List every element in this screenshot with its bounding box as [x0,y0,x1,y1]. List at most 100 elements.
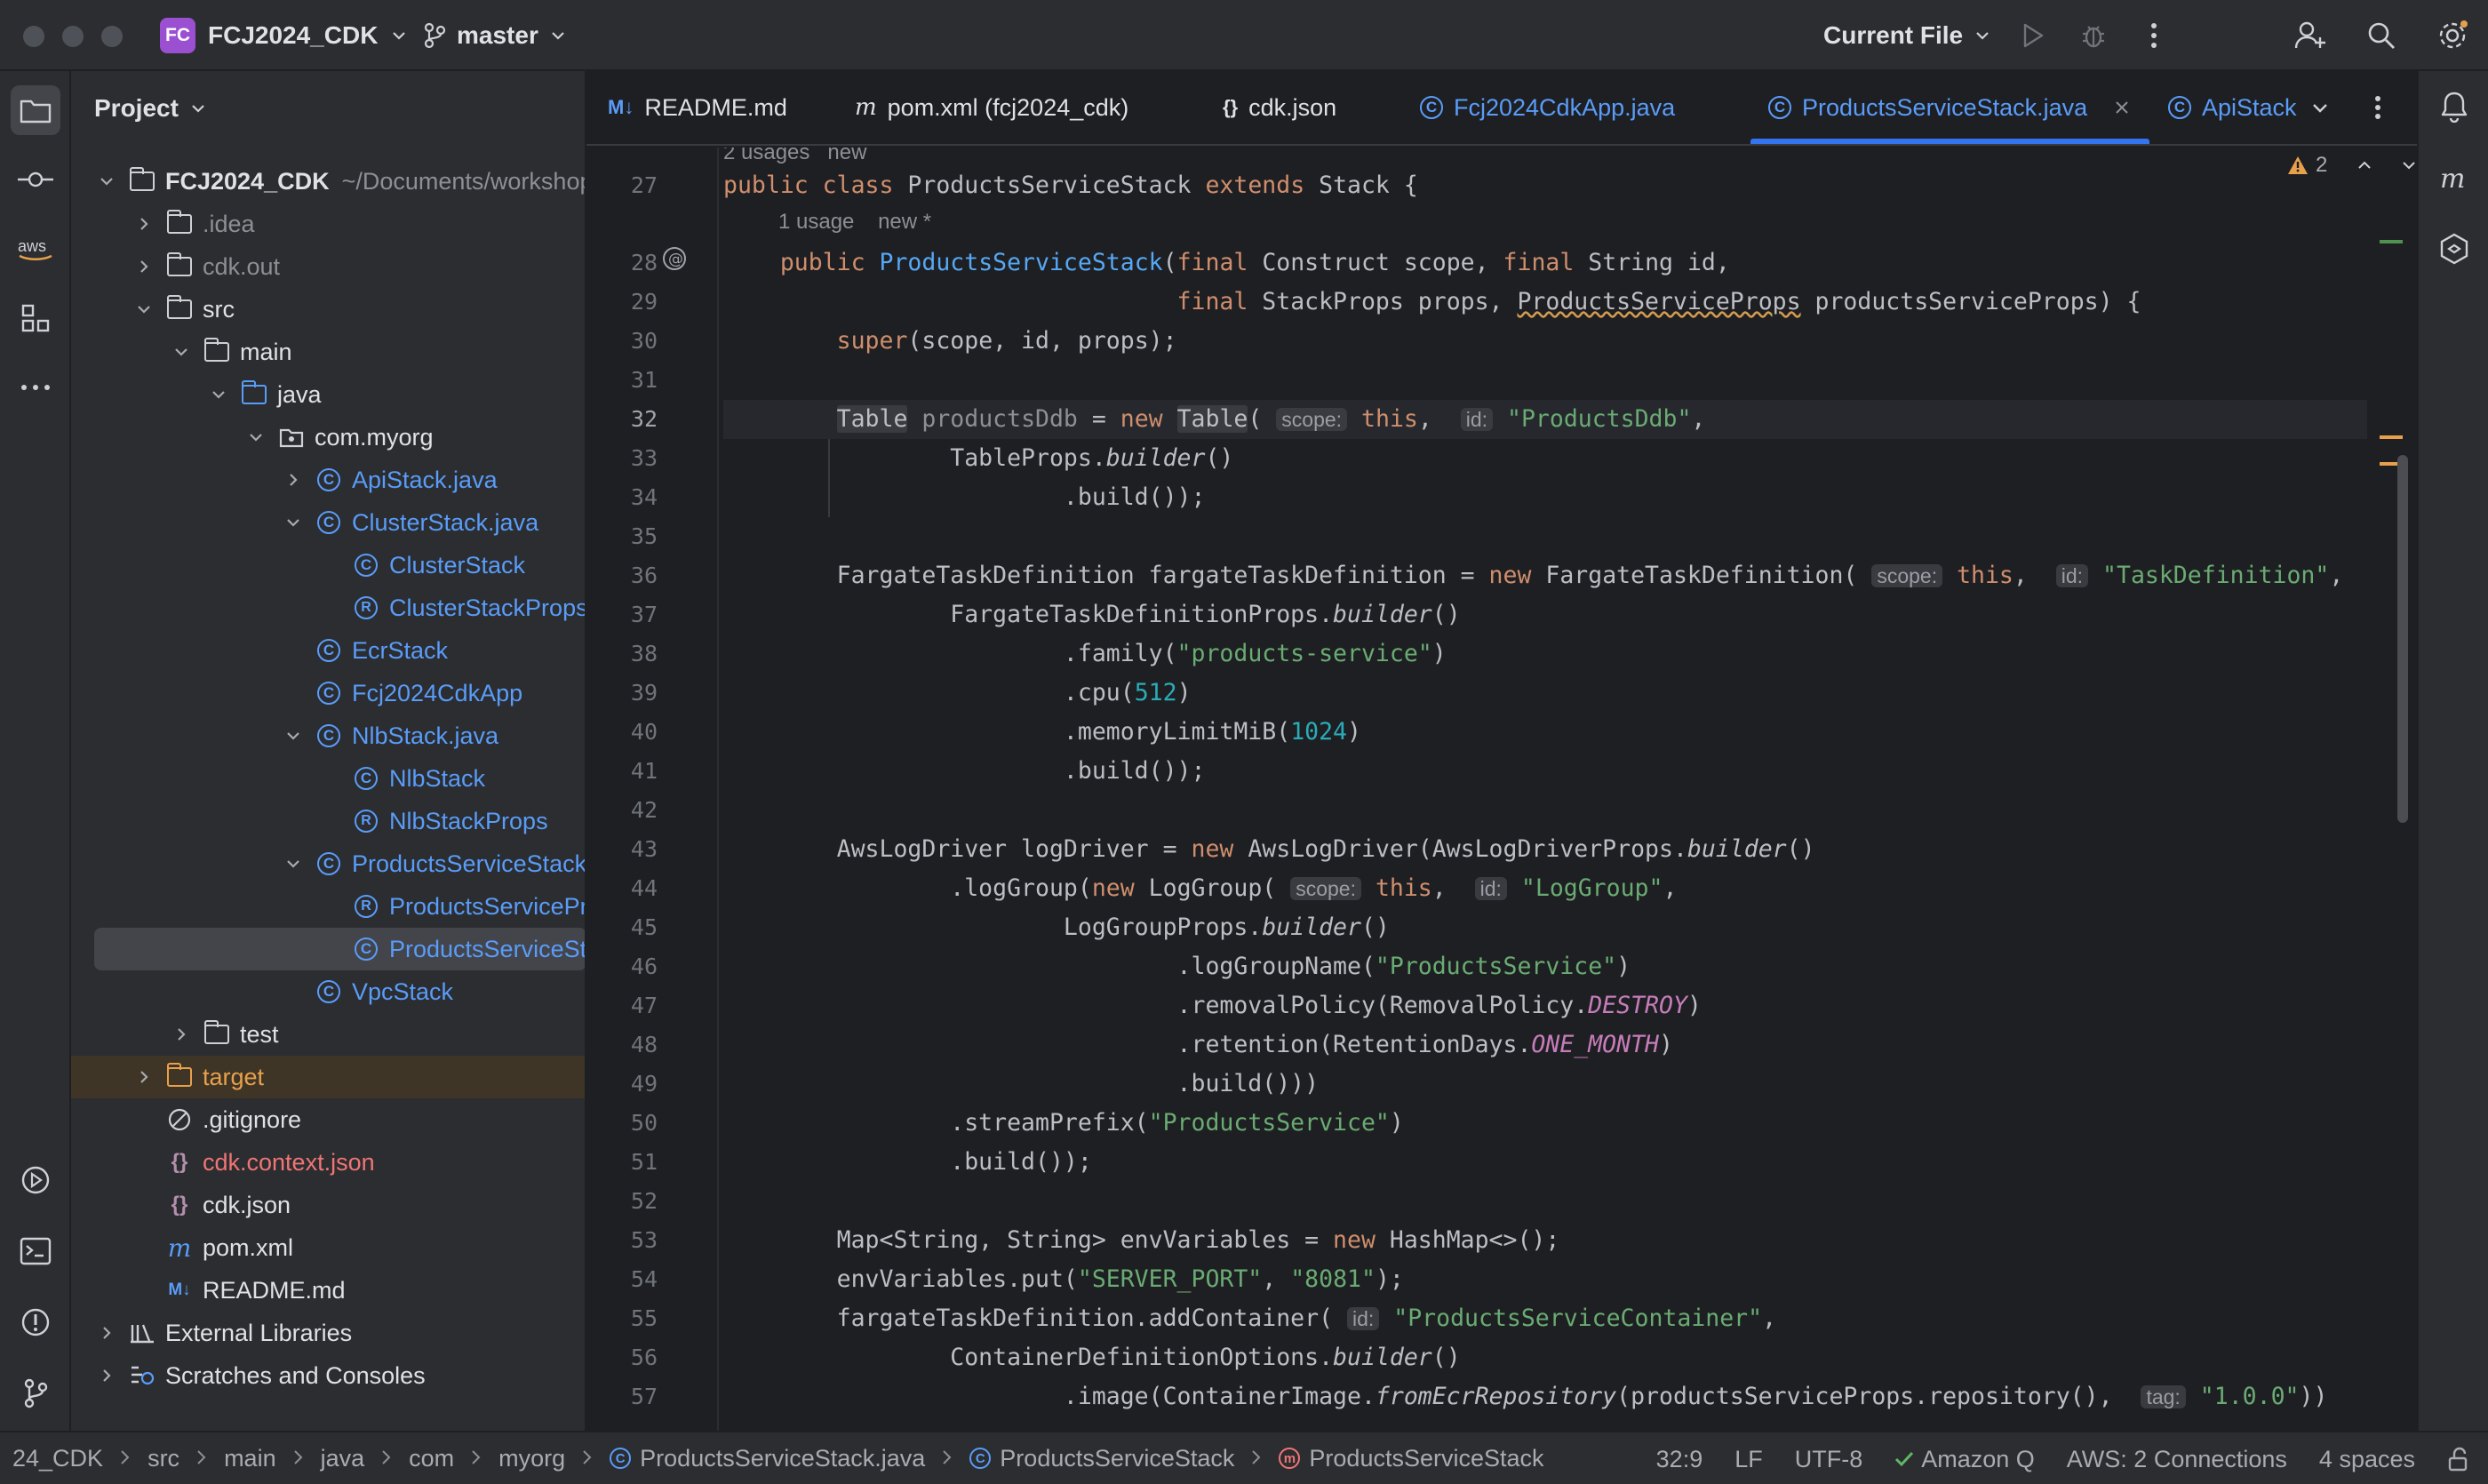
line-number[interactable]: 55 [586,1299,658,1338]
line-number[interactable]: 46 [586,947,658,986]
code-editor[interactable]: 27 28 29 30 31 32 33 34 35 36 37 38 39 40 41 42 43 44 45 46… [586,148,2417,1431]
chevron-right-icon[interactable] [132,254,156,279]
maven-tool-button[interactable]: m [2429,153,2479,203]
breadcrumb-item[interactable]: m ProductsServiceStack [1279,1445,1544,1472]
run-button[interactable] [2015,18,2051,53]
aws-toolkit-button[interactable]: aws [11,224,60,274]
tree-item[interactable]: {} cdk.context.json [71,1141,585,1184]
amazon-q-tool-button[interactable] [2429,224,2479,274]
project-tool-button[interactable] [11,85,60,135]
breadcrumb-item[interactable]: com [409,1445,454,1472]
code-line[interactable]: .removalPolicy(RemovalPolicy.DESTROY) [723,986,1702,1025]
code-line[interactable]: .build()); [723,1143,1092,1182]
indent-setting[interactable]: 4 spaces [2319,1446,2415,1473]
code-line[interactable]: .cpu(512) [723,674,1192,713]
chevron-down-icon[interactable] [281,851,306,876]
tree-item[interactable]: src [71,288,585,331]
terminal-tool-button[interactable] [11,1226,60,1276]
overriding-method-gutter-marker[interactable]: @ [661,245,688,272]
chevron-down-icon[interactable] [94,169,119,194]
more-actions-button[interactable] [2136,18,2172,53]
line-number[interactable]: 49 [586,1065,658,1104]
chevron-down-icon[interactable] [281,723,306,748]
line-number[interactable]: 57 [586,1377,658,1416]
caret-position[interactable]: 32:9 [1656,1446,1703,1473]
line-number[interactable]: 48 [586,1025,658,1065]
project-view-selector[interactable]: Project [94,94,207,123]
code-line[interactable]: TableProps.builder() [723,439,1233,478]
line-number[interactable]: 30 [586,322,658,361]
breadcrumb-item[interactable]: C ProductsServiceStack.java [610,1445,925,1472]
code-line[interactable]: .build()); [723,752,1206,791]
more-tool-windows-button[interactable] [11,363,60,412]
code-line[interactable]: final StackProps props, ProductsServiceP… [723,283,2141,322]
tab-actions-button[interactable] [2374,71,2381,144]
tree-item[interactable]: com.myorg [71,416,585,459]
aws-connections-status[interactable]: AWS: 2 Connections [2067,1446,2287,1473]
run-configuration-selector[interactable]: Current File [1823,16,1991,55]
code-line[interactable]: LogGroupProps.builder() [723,908,1390,947]
chevron-up-icon[interactable] [2356,156,2373,174]
code-with-me-button[interactable] [2293,18,2328,53]
line-number[interactable]: 47 [586,986,658,1025]
line-separator[interactable]: LF [1734,1446,1763,1473]
breadcrumb-item[interactable]: main [224,1445,276,1472]
line-number[interactable]: 35 [586,517,658,556]
tree-item[interactable]: C VpcStack [71,970,585,1013]
code-line[interactable]: FargateTaskDefinition fargateTaskDefinit… [723,556,2344,595]
editor-tab[interactable]: C ProductsServiceStack.java [1750,71,2150,144]
line-number[interactable]: 39 [586,674,658,713]
editor-tab[interactable]: M↓ README.md [608,71,787,144]
tree-item[interactable]: C Fcj2024CdkApp [71,672,585,714]
code-line[interactable]: Table productsDdb = new Table( scope: th… [723,400,2367,439]
line-number[interactable]: 31 [586,361,658,400]
line-number[interactable]: 40 [586,713,658,752]
code-line[interactable]: .image(ContainerImage.fromEcrRepository(… [723,1377,2328,1416]
editor-tab[interactable]: C Fcj2024CdkApp.java [1420,71,1675,144]
line-number[interactable]: 27 [586,166,658,205]
code-line[interactable]: FargateTaskDefinitionProps.builder() [723,595,1460,634]
tree-item[interactable]: {} cdk.json [71,1184,585,1226]
line-number[interactable]: 54 [586,1260,658,1299]
search-everywhere-button[interactable] [2364,18,2399,53]
tree-item[interactable]: C ClusterStack [71,544,585,586]
notifications-tool-button[interactable] [2429,82,2479,132]
editor-scrollbar[interactable] [2397,455,2408,823]
code-line[interactable]: .retention(RetentionDays.ONE_MONTH) [723,1025,1673,1065]
code-line[interactable]: Map<String, String> envVariables = new H… [723,1221,1560,1260]
chevron-down-icon[interactable] [206,382,231,407]
line-number[interactable]: 45 [586,908,658,947]
tree-item[interactable]: R ProductsServiceProps [71,885,585,928]
line-number[interactable]: 37 [586,595,658,634]
tree-item[interactable]: C ProductsServiceStack [94,928,585,970]
breadcrumb-item[interactable]: C ProductsServiceStack [969,1445,1234,1472]
inspection-widget[interactable]: 2 [2287,153,2417,178]
git-tool-button[interactable] [11,1368,60,1418]
tree-item[interactable]: External Libraries [71,1312,585,1354]
line-number[interactable]: 36 [586,556,658,595]
tree-item[interactable]: m pom.xml [71,1226,585,1269]
tree-item[interactable]: .idea [71,203,585,245]
commit-tool-button[interactable] [11,155,60,204]
project-switcher[interactable]: FC FCJ2024_CDK [160,16,408,55]
line-number[interactable]: 51 [586,1143,658,1182]
tree-item[interactable]: java [71,373,585,416]
breadcrumb-item[interactable]: src [148,1445,179,1472]
chevron-down-icon[interactable] [2400,156,2417,174]
line-number[interactable]: 43 [586,830,658,869]
line-number[interactable]: 44 [586,869,658,908]
line-number[interactable]: 56 [586,1338,658,1377]
tree-item[interactable]: cdk.out [71,245,585,288]
code-line[interactable]: .logGroupName("ProductsService") [723,947,1631,986]
code-line[interactable]: public ProductsServiceStack(final Constr… [723,243,1730,283]
tree-item[interactable]: C NlbStack.java [71,714,585,757]
tree-item[interactable]: Scratches and Consoles [71,1354,585,1397]
line-number[interactable]: 28 [586,243,658,283]
breadcrumb-item[interactable]: myorg [498,1445,565,1472]
chevron-down-icon[interactable] [132,297,156,322]
tree-item[interactable]: C NlbStack [71,757,585,800]
tree-item[interactable]: test [71,1013,585,1056]
editor-tab[interactable]: m pom.xml (fcj2024_cdk) [855,71,1128,144]
chevron-down-icon[interactable] [169,339,194,364]
code-line[interactable]: AwsLogDriver logDriver = new AwsLogDrive… [723,830,1815,869]
